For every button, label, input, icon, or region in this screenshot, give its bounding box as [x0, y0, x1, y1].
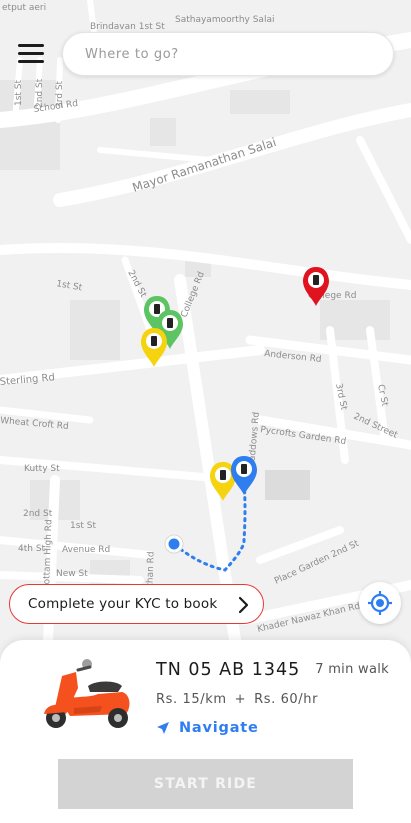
search-input[interactable]: [85, 46, 393, 62]
rate-per-km: Rs. 15/km: [156, 692, 227, 707]
road-label: 1st St: [70, 521, 97, 531]
navigate-link[interactable]: Navigate: [156, 720, 259, 736]
menu-line: [18, 52, 44, 55]
start-ride-button[interactable]: START RIDE: [58, 759, 353, 809]
navigation-arrow-icon: [157, 722, 169, 734]
user-location-dot: [164, 534, 184, 554]
menu-line: [18, 60, 44, 63]
road-label: etput aeri: [2, 3, 46, 13]
walk-time: 7 min walk: [315, 662, 389, 677]
rate-separator: +: [234, 692, 247, 707]
rate-per-hour: Rs. 60/hr: [254, 692, 319, 707]
road-label: 1st St: [14, 79, 24, 106]
chevron-right-icon: [238, 596, 249, 614]
scooter-icon: [44, 659, 130, 728]
road-label: Brindavan 1st St: [90, 22, 165, 32]
navigate-label: Navigate: [179, 720, 259, 736]
kyc-label: Complete your KYC to book: [28, 596, 218, 612]
road-label: New St: [56, 569, 88, 579]
hamburger-icon[interactable]: [18, 44, 50, 68]
complete-kyc-button[interactable]: Complete your KYC to book: [9, 584, 264, 624]
road-label: Sathayamoorthy Salai: [175, 15, 274, 25]
vehicle-rates: Rs. 15/km + Rs. 60/hr: [156, 692, 318, 707]
locate-me-button[interactable]: [359, 582, 401, 624]
vehicle-plate: TN 05 AB 1345: [156, 660, 301, 680]
search-bar[interactable]: [62, 32, 394, 76]
vehicle-details-sheet: TN 05 AB 1345 7 min walk Rs. 15/km + Rs.…: [0, 640, 411, 823]
road-label: 2nd St: [23, 509, 53, 519]
road-label: 4th St: [18, 544, 46, 554]
menu-line: [18, 44, 44, 47]
crosshair-icon: [368, 591, 392, 615]
road-label: Kutty St: [24, 464, 60, 474]
road-label: Avenue Rd: [62, 545, 110, 555]
